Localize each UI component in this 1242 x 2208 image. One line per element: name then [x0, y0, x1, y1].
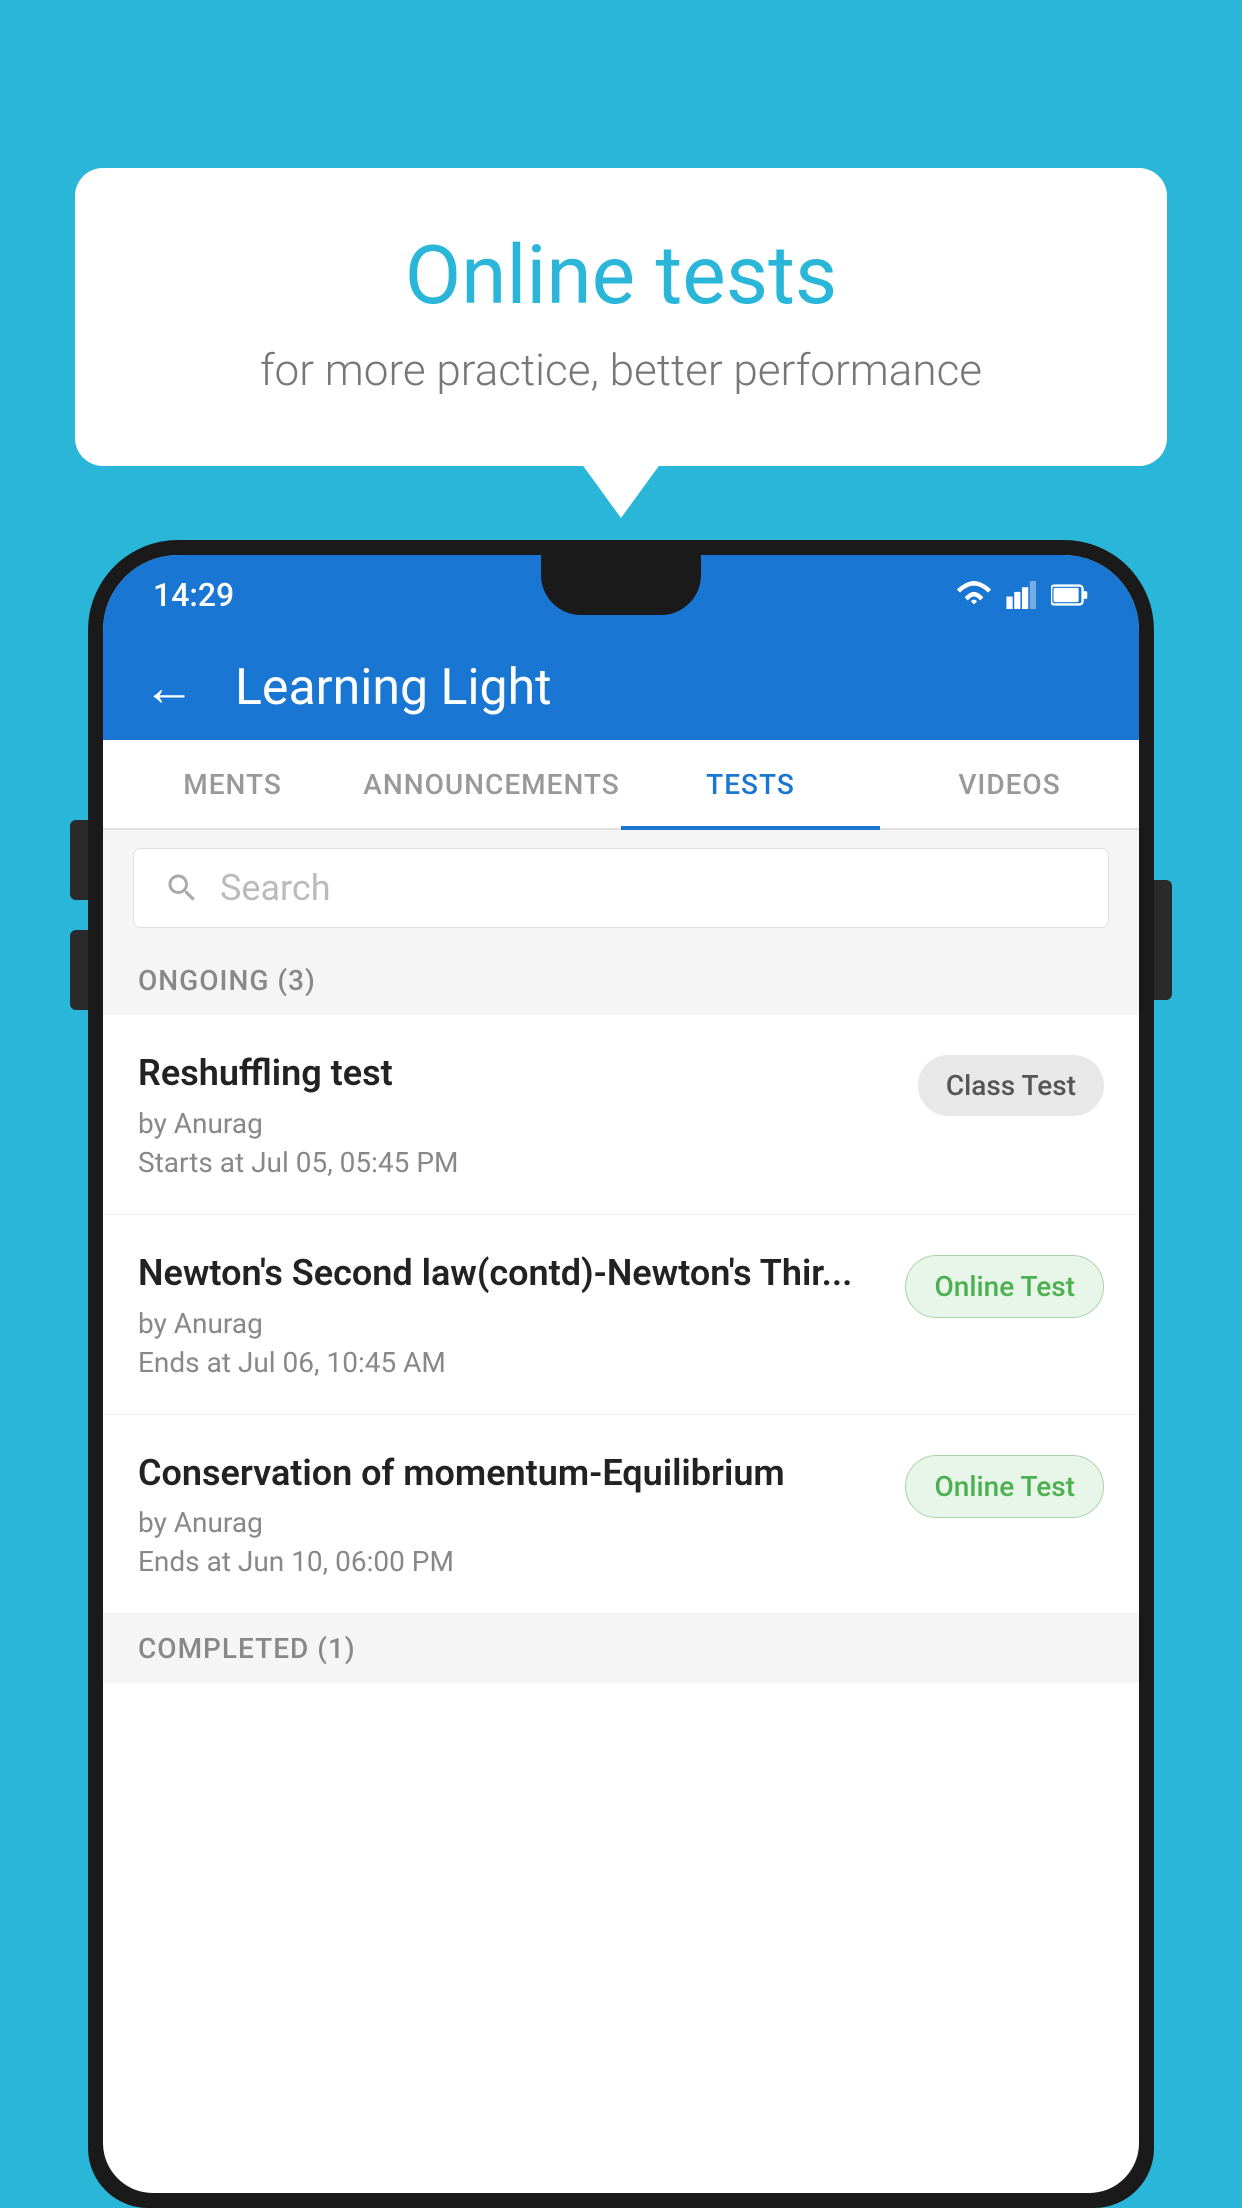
status-icons	[955, 581, 1089, 609]
test-by: by Anurag	[138, 1107, 898, 1140]
search-placeholder: Search	[220, 867, 331, 909]
tab-ments[interactable]: MENTS	[103, 740, 362, 828]
phone-vol-down-button	[70, 930, 88, 1010]
test-date: Starts at Jul 05, 05:45 PM	[138, 1146, 898, 1179]
tab-announcements[interactable]: ANNOUNCEMENTS	[362, 740, 621, 828]
tab-tests[interactable]: TESTS	[621, 740, 880, 828]
search-box[interactable]: Search	[133, 848, 1109, 928]
phone-screen: 14:29	[103, 555, 1139, 2193]
battery-icon	[1051, 584, 1089, 606]
bubble-subtitle: for more practice, better performance	[155, 344, 1087, 396]
test-name: Newton's Second law(contd)-Newton's Thir…	[138, 1250, 885, 1297]
test-badge-class: Class Test	[918, 1055, 1104, 1116]
wifi-icon	[955, 581, 993, 609]
test-item[interactable]: Reshuffling test by Anurag Starts at Jul…	[103, 1015, 1139, 1215]
app-bar: ← Learning Light	[103, 635, 1139, 740]
back-button[interactable]: ←	[143, 662, 195, 714]
test-info: Reshuffling test by Anurag Starts at Jul…	[138, 1050, 918, 1179]
test-item[interactable]: Newton's Second law(contd)-Newton's Thir…	[103, 1215, 1139, 1415]
test-item[interactable]: Conservation of momentum-Equilibrium by …	[103, 1415, 1139, 1615]
test-info: Newton's Second law(contd)-Newton's Thir…	[138, 1250, 905, 1379]
tab-videos[interactable]: VIDEOS	[880, 740, 1139, 828]
status-bar: 14:29	[103, 555, 1139, 635]
test-badge-online: Online Test	[905, 1455, 1104, 1518]
signal-icon	[1005, 581, 1039, 609]
completed-section-header: COMPLETED (1)	[103, 1614, 1139, 1683]
status-time: 14:29	[153, 576, 234, 614]
phone-power-button	[1154, 880, 1172, 1000]
test-date: Ends at Jun 10, 06:00 PM	[138, 1545, 885, 1578]
phone-frame: 14:29	[88, 540, 1154, 2208]
speech-bubble: Online tests for more practice, better p…	[75, 168, 1167, 466]
test-by: by Anurag	[138, 1307, 885, 1340]
test-name: Reshuffling test	[138, 1050, 898, 1097]
search-container: Search	[103, 830, 1139, 946]
notch	[541, 555, 701, 615]
test-info: Conservation of momentum-Equilibrium by …	[138, 1450, 905, 1579]
test-by: by Anurag	[138, 1506, 885, 1539]
app-title: Learning Light	[235, 659, 552, 717]
search-icon	[164, 870, 200, 906]
bubble-title: Online tests	[155, 228, 1087, 324]
tabs-bar: MENTS ANNOUNCEMENTS TESTS VIDEOS	[103, 740, 1139, 830]
test-name: Conservation of momentum-Equilibrium	[138, 1450, 885, 1497]
ongoing-section-header: ONGOING (3)	[103, 946, 1139, 1015]
test-badge-online: Online Test	[905, 1255, 1104, 1318]
test-date: Ends at Jul 06, 10:45 AM	[138, 1346, 885, 1379]
phone-vol-up-button	[70, 820, 88, 900]
